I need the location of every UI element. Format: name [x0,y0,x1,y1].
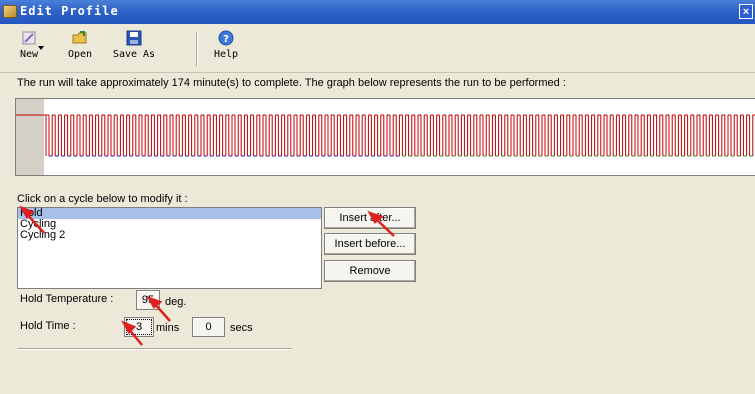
temperature-trace [16,114,755,157]
run-info-text: The run will take approximately 174 minu… [17,77,566,89]
help-button-label: Help [213,49,239,60]
temperature-unit: deg. [165,296,187,308]
new-button-label: New [19,49,39,60]
cycle-list-prompt: Click on a cycle below to modify it : [17,193,188,205]
new-dropdown-arrow[interactable] [38,46,44,50]
title-bar: Edit Profile × [0,0,755,24]
section-divider [17,348,292,350]
hold-seconds-field[interactable]: 0 [192,317,225,337]
help-icon: ? [218,30,234,46]
toolbar-separator [196,32,198,66]
minutes-unit: mins [156,322,180,334]
hold-minutes-field[interactable]: 3 [124,317,154,337]
insert-before-button[interactable]: Insert before... [324,233,416,255]
hold-temperature-field[interactable]: 95 [136,290,160,310]
hold-temperature-label: Hold Temperature : [20,293,114,305]
floppy-icon [126,30,142,46]
close-button[interactable]: × [739,4,753,19]
open-button-label: Open [67,49,93,60]
remove-button[interactable]: Remove [324,260,416,282]
new-profile-icon [22,31,36,45]
toolbar: New Open Save As ? Help [0,24,755,73]
list-item[interactable]: Hold [18,208,321,219]
insert-after-button[interactable]: Insert after... [324,207,416,229]
cycle-list[interactable]: Hold Cycling Cycling 2 [17,207,322,289]
seconds-unit: secs [230,322,253,334]
folder-icon [72,31,87,44]
window-title: Edit Profile [20,4,119,18]
open-button[interactable]: Open [62,30,98,68]
list-item[interactable]: Cycling 2 [18,230,321,241]
svg-text:?: ? [223,34,229,45]
help-button[interactable]: ? Help [208,30,244,68]
app-icon [3,5,17,18]
hold-time-label: Hold Time : [20,320,76,332]
run-profile-graph [15,98,755,176]
save-as-button[interactable]: Save As [110,30,158,68]
save-as-button-label: Save As [112,49,156,60]
